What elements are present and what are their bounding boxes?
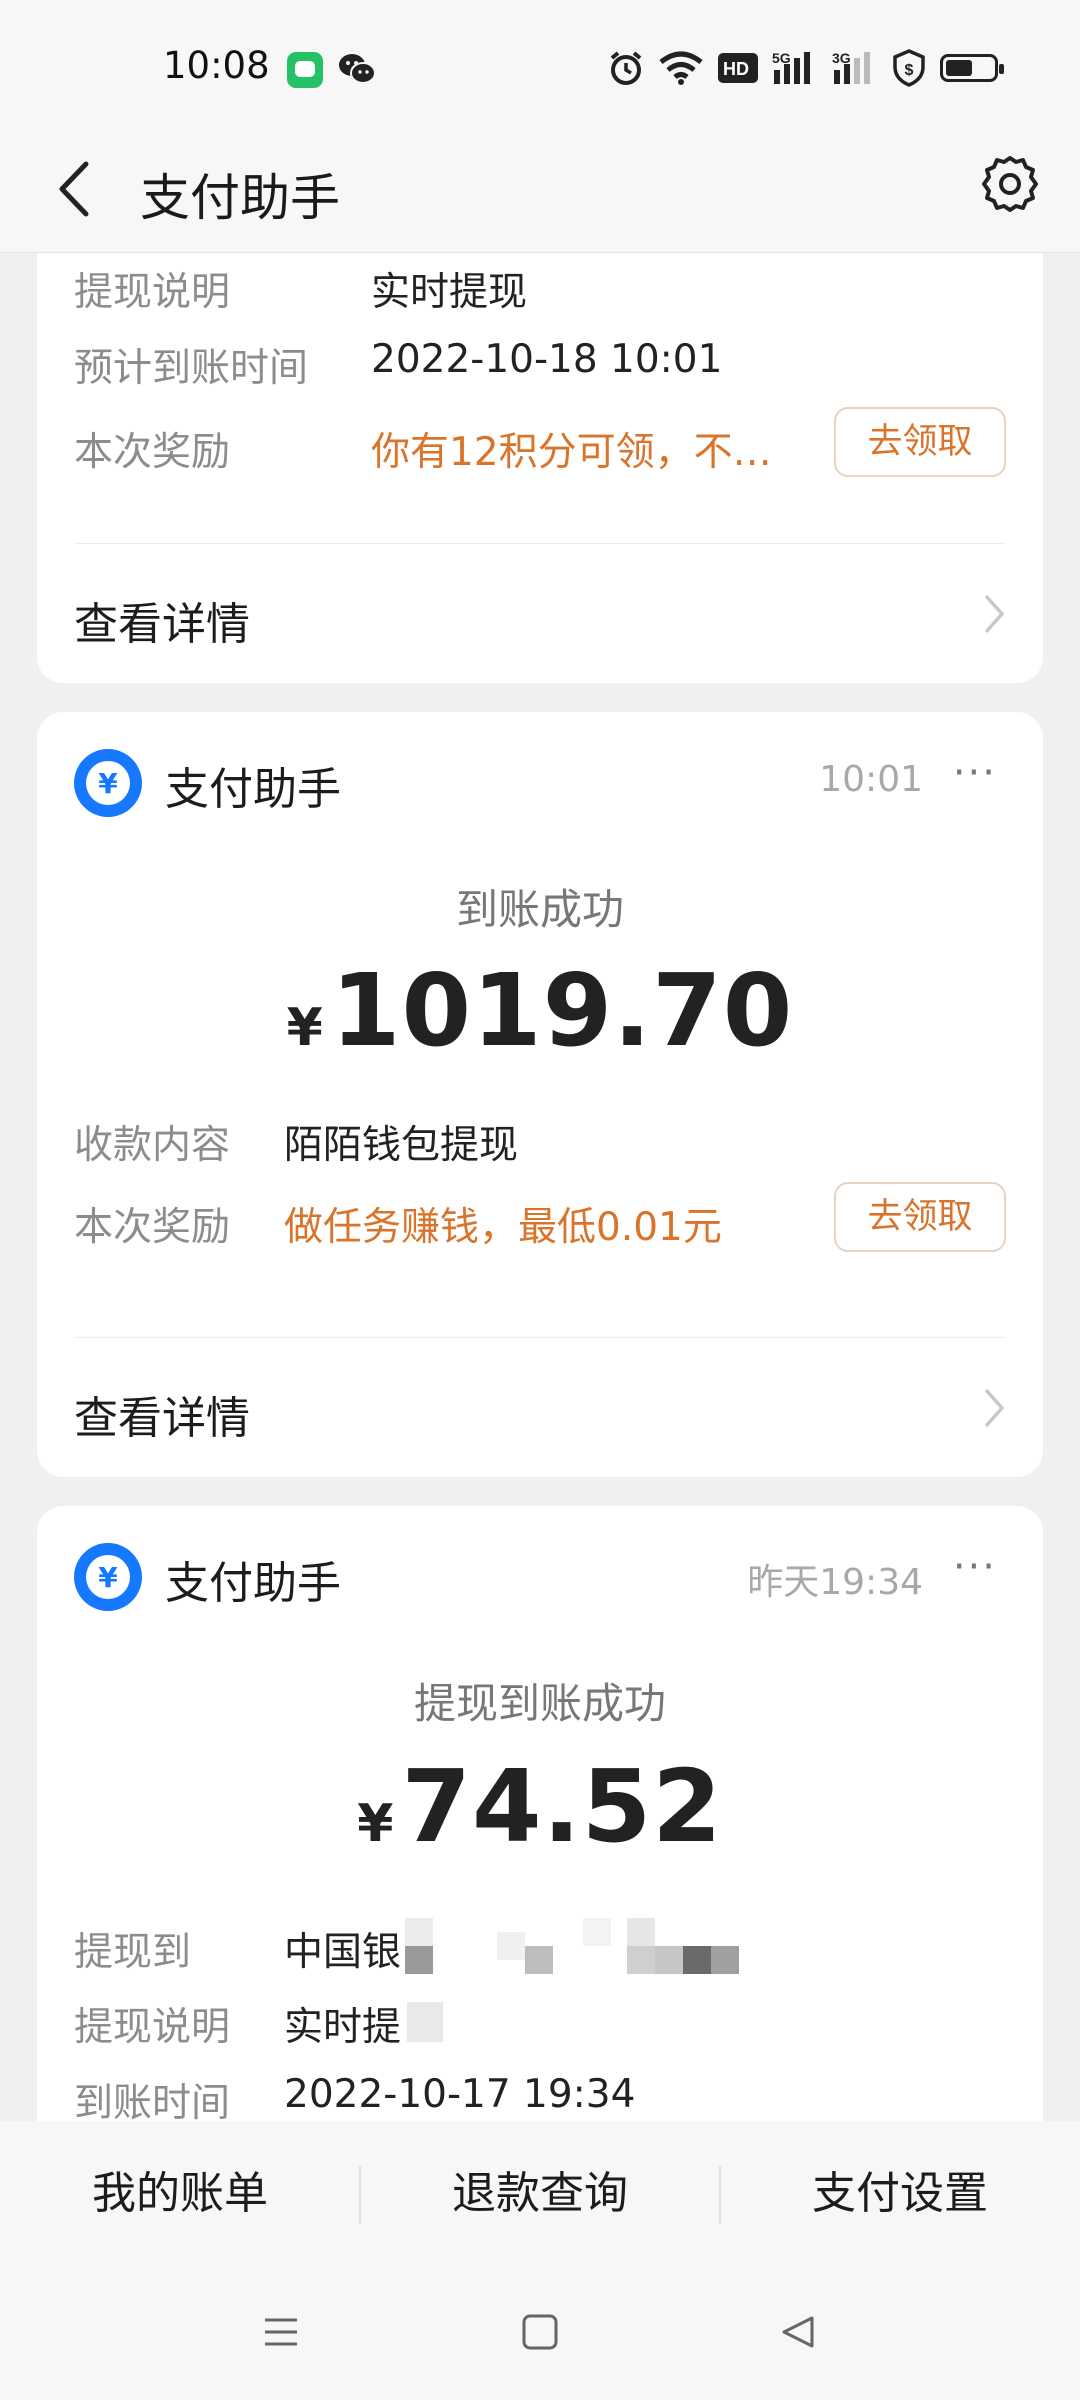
claim-button[interactable]: 去领取 bbox=[834, 1182, 1006, 1252]
menu-icon[interactable] bbox=[261, 2312, 301, 2352]
redacted-text-mosaic bbox=[407, 1996, 447, 2046]
sender-name: 支付助手 bbox=[165, 1558, 341, 1609]
system-navigation-bar bbox=[0, 2266, 1080, 2400]
row-value: 2022-10-18 10:01 bbox=[371, 337, 723, 382]
view-details-label: 查看详情 bbox=[74, 599, 250, 650]
tab-refund-query[interactable]: 退款查询 bbox=[360, 2121, 720, 2266]
bottom-menu-bar: 我的账单 退款查询 支付设置 bbox=[0, 2121, 1080, 2266]
amount: ¥74.52 bbox=[37, 1748, 1043, 1865]
more-options-button[interactable]: ··· bbox=[953, 1544, 997, 1590]
info-row: 预计到账时间 bbox=[74, 337, 308, 393]
transfer-status: 提现到账成功 bbox=[413, 1679, 666, 1728]
info-row: 本次奖励 bbox=[74, 421, 230, 477]
back-triangle-icon[interactable] bbox=[778, 2312, 818, 2352]
row-label: 本次奖励 bbox=[74, 1205, 231, 1250]
sender-name: 支付助手 bbox=[165, 764, 341, 815]
hd-icon: HD bbox=[718, 53, 758, 83]
message-time: 10:01 bbox=[819, 759, 923, 800]
status-time: 10:08 bbox=[163, 44, 270, 87]
tab-payment-settings[interactable]: 支付设置 bbox=[720, 2121, 1080, 2266]
svg-text:HD: HD bbox=[723, 59, 749, 79]
messages-icon bbox=[287, 52, 323, 88]
payment-card-1: 提现说明 实时提现 预计到账时间 2022-10-18 10:01 本次奖励 你… bbox=[37, 253, 1043, 683]
row-value: 实时提 bbox=[284, 2005, 402, 2050]
currency-symbol: ¥ bbox=[286, 998, 323, 1058]
top-nav-bar: 支付助手 bbox=[0, 130, 1080, 253]
page-title: 支付助手 bbox=[140, 169, 340, 227]
payment-card-3: ¥ 支付助手 昨天19:34 ··· 提现到账成功 ¥74.52 提现到 中国银… bbox=[37, 1506, 1043, 2121]
svg-text:¥: ¥ bbox=[98, 1561, 118, 1594]
message-time: 昨天19:34 bbox=[747, 1562, 923, 1603]
svg-text:$: $ bbox=[905, 62, 914, 79]
tab-my-bills[interactable]: 我的账单 bbox=[0, 2121, 360, 2266]
shield-dollar-icon: $ bbox=[893, 49, 925, 87]
wechat-icon bbox=[339, 54, 376, 84]
status-bar: 10:08 HD 5G 3G $ bbox=[0, 0, 1080, 130]
battery-icon bbox=[940, 54, 1004, 82]
row-label: 收款内容 bbox=[74, 1123, 231, 1168]
view-details-row[interactable]: 查看详情 bbox=[37, 1338, 1043, 1477]
svg-text:¥: ¥ bbox=[98, 767, 118, 800]
view-details-label: 查看详情 bbox=[74, 1393, 250, 1444]
amount-value: 74.52 bbox=[401, 1748, 723, 1865]
row-label: 本次奖励 bbox=[74, 430, 231, 475]
row-label: 到账时间 bbox=[74, 2081, 231, 2121]
reward-text: 做任务赚钱，最低0.01元 bbox=[284, 1205, 722, 1250]
chevron-right-icon bbox=[984, 1388, 1005, 1428]
row-value: 2022-10-17 19:34 bbox=[284, 2072, 636, 2117]
signal-3g-icon: 3G bbox=[832, 50, 870, 84]
transfer-status: 到账成功 bbox=[455, 885, 624, 934]
svg-text:3G: 3G bbox=[832, 50, 851, 66]
message-list[interactable]: 提现说明 实时提现 预计到账时间 2022-10-18 10:01 本次奖励 你… bbox=[0, 253, 1080, 2121]
amount: ¥1019.70 bbox=[37, 952, 1043, 1069]
row-label: 提现说明 bbox=[74, 2005, 231, 2050]
info-row: 提现说明 bbox=[74, 261, 230, 317]
signal-5g-icon: 5G bbox=[772, 50, 810, 84]
svg-text:5G: 5G bbox=[772, 50, 791, 66]
more-options-button[interactable]: ··· bbox=[953, 750, 997, 796]
amount-value: 1019.70 bbox=[330, 952, 794, 1069]
reward-text: 你有12积分可领，不… bbox=[371, 430, 772, 475]
back-button[interactable] bbox=[48, 154, 108, 224]
alarm-icon bbox=[610, 51, 642, 85]
wifi-icon bbox=[659, 51, 703, 85]
alipay-assistant-logo: ¥ bbox=[74, 1543, 142, 1611]
chevron-right-icon bbox=[984, 594, 1005, 634]
row-value: 中国银 bbox=[284, 1930, 402, 1975]
settings-gear-button[interactable] bbox=[978, 152, 1042, 216]
currency-symbol: ¥ bbox=[357, 1794, 394, 1854]
row-label: 提现到 bbox=[74, 1930, 192, 1975]
home-icon[interactable] bbox=[520, 2312, 560, 2352]
payment-card-2: ¥ 支付助手 10:01 ··· 到账成功 ¥1019.70 收款内容 陌陌钱包… bbox=[37, 712, 1043, 1477]
redacted-account-mosaic bbox=[397, 1918, 797, 1978]
row-value: 陌陌钱包提现 bbox=[284, 1123, 519, 1168]
row-label: 提现说明 bbox=[74, 270, 231, 315]
view-details-row[interactable]: 查看详情 bbox=[37, 544, 1043, 683]
claim-button[interactable]: 去领取 bbox=[834, 407, 1006, 477]
alipay-assistant-logo: ¥ bbox=[74, 749, 142, 817]
row-label: 预计到账时间 bbox=[74, 346, 309, 391]
row-value: 实时提现 bbox=[371, 270, 528, 315]
